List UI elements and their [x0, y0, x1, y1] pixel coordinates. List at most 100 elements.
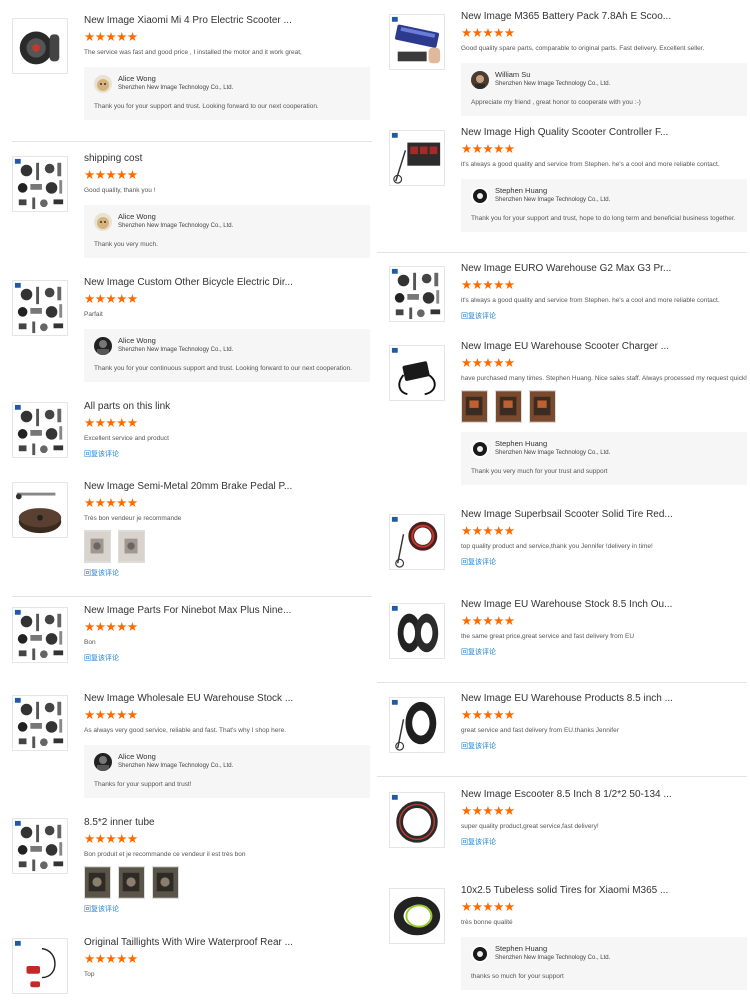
reply-to-review-link[interactable]: 回复该评论: [461, 838, 747, 848]
review-content: New Image Xiaomi Mi 4 Pro Electric Scoot…: [84, 14, 370, 120]
rating-stars: ★★★★★: [84, 496, 138, 510]
review-comment: it's always a good quality and service f…: [461, 297, 720, 304]
product-thumbnail[interactable]: [12, 18, 68, 74]
review-photo[interactable]: [118, 866, 145, 899]
product-title-link[interactable]: New Image EURO Warehouse G2 Max G3 Pr...: [461, 262, 747, 275]
product-title-link[interactable]: New Image Xiaomi Mi 4 Pro Electric Scoot…: [84, 14, 370, 27]
review-content: New Image EU Warehouse Stock 8.5 Inch Ou…: [461, 598, 747, 658]
reply-header: Stephen Huang Shenzhen New Image Technolo…: [471, 944, 739, 963]
reply-to-review-link[interactable]: 回复该评论: [461, 742, 747, 752]
reply-author-name: Alice Wong: [118, 336, 156, 345]
review-photo[interactable]: [529, 390, 556, 423]
reply-company: Shenzhen New Image Technology Co., Ltd.: [118, 223, 234, 229]
product-thumbnail[interactable]: [389, 514, 445, 570]
rating-stars: ★★★★★: [84, 168, 138, 182]
reply-author: William Su Shenzhen New Image Technology …: [495, 70, 610, 89]
avatar: [94, 337, 112, 355]
product-thumbnail[interactable]: [12, 695, 68, 751]
reply-header: Alice Wong Shenzhen New Image Technology …: [94, 752, 362, 771]
review-content: All parts on this link ★★★★★ Excellent ser…: [84, 400, 370, 460]
reply-author-name: Alice Wong: [118, 212, 156, 221]
reply-text: Thank you very much.: [94, 241, 158, 248]
reply-author-name: Alice Wong: [118, 74, 156, 83]
reply-to-review-link[interactable]: 回复该评论: [84, 905, 370, 915]
product-title-link[interactable]: New Image High Quality Scooter Controlle…: [461, 126, 747, 139]
rating-stars: ★★★★★: [461, 900, 515, 914]
product-thumbnail[interactable]: [389, 888, 445, 944]
product-thumbnail[interactable]: [389, 697, 445, 753]
review-content: New Image EU Warehouse Scooter Charger .…: [461, 340, 747, 485]
product-thumbnail[interactable]: [12, 280, 68, 336]
product-title-link[interactable]: Original Taillights With Wire Waterproof…: [84, 936, 370, 949]
product-title-link[interactable]: 10x2.5 Tubeless solid Tires for Xiaomi M…: [461, 884, 747, 897]
reply-to-review-link[interactable]: 回复该评论: [84, 450, 370, 460]
product-thumbnail[interactable]: [389, 603, 445, 659]
reply-company: Shenzhen New Image Technology Co., Ltd.: [118, 763, 234, 769]
reply-header: Stephen Huang Shenzhen New Image Technolo…: [471, 439, 739, 458]
review-comment: super quality product,great service,fast…: [461, 823, 599, 830]
product-title-link[interactable]: New Image Parts For Ninebot Max Plus Nin…: [84, 604, 370, 617]
product-title-link[interactable]: New Image Wholesale EU Warehouse Stock .…: [84, 692, 370, 705]
product-title-link[interactable]: New Image EU Warehouse Scooter Charger .…: [461, 340, 747, 353]
reply-to-review-link[interactable]: 回复该评论: [84, 654, 370, 664]
reply-to-review-link[interactable]: 回复该评论: [461, 558, 747, 568]
review-comment: Top: [84, 971, 95, 978]
rating-stars: ★★★★★: [461, 614, 515, 628]
reply-text: Appreciate my friend , great honor to co…: [471, 99, 641, 106]
seller-reply: Stephen Huang Shenzhen New Image Technolo…: [461, 432, 747, 485]
avatar: [94, 213, 112, 231]
reply-to-review-link[interactable]: 回复该评论: [461, 648, 747, 658]
product-title-link[interactable]: New Image Escooter 8.5 Inch 8 1/2*2 50-1…: [461, 788, 747, 801]
rating-stars: ★★★★★: [461, 278, 515, 292]
product-thumbnail[interactable]: [389, 345, 445, 401]
review-card: New Image EURO Warehouse G2 Max G3 Pr...…: [377, 262, 749, 322]
product-thumbnail[interactable]: [389, 14, 445, 70]
review-photo[interactable]: [84, 866, 111, 899]
reply-author: Stephen Huang Shenzhen New Image Technolo…: [495, 439, 610, 458]
review-photo[interactable]: [495, 390, 522, 423]
reply-header: William Su Shenzhen New Image Technology …: [471, 70, 739, 89]
product-title-link[interactable]: New Image EU Warehouse Products 8.5 inch…: [461, 692, 747, 705]
product-title-link[interactable]: All parts on this link: [84, 400, 370, 413]
reply-to-review-link[interactable]: 回复该评论: [461, 312, 747, 322]
review-photo[interactable]: [152, 866, 179, 899]
product-thumbnail[interactable]: [12, 607, 68, 663]
review-comment: Parfait: [84, 311, 103, 318]
product-thumbnail[interactable]: [12, 938, 68, 994]
product-title-link[interactable]: New Image Semi-Metal 20mm Brake Pedal P.…: [84, 480, 370, 493]
reply-author-name: Stephen Huang: [495, 186, 548, 195]
product-thumbnail[interactable]: [12, 402, 68, 458]
avatar: [471, 440, 489, 458]
product-title-link[interactable]: New Image Superbsail Scooter Solid Tire …: [461, 508, 747, 521]
review-card: New Image EU Warehouse Stock 8.5 Inch Ou…: [377, 598, 749, 659]
reply-author: Stephen Huang Shenzhen New Image Technolo…: [495, 186, 610, 205]
product-thumbnail[interactable]: [12, 482, 68, 538]
left-review-column: New Image Xiaomi Mi 4 Pro Electric Scoot…: [0, 0, 372, 1000]
review-card: New Image EU Warehouse Products 8.5 inch…: [377, 692, 749, 753]
product-thumbnail[interactable]: [12, 156, 68, 212]
review-photo[interactable]: [118, 530, 145, 563]
seller-reply: William Su Shenzhen New Image Technology …: [461, 63, 747, 116]
reply-author-name: William Su: [495, 70, 531, 79]
review-comment: As always very good service, reliable an…: [84, 727, 286, 734]
product-thumbnail[interactable]: [12, 818, 68, 874]
product-thumbnail[interactable]: [389, 266, 445, 322]
review-photo[interactable]: [461, 390, 488, 423]
product-title-link[interactable]: New Image Custom Other Bicycle Electric …: [84, 276, 370, 289]
product-thumbnail[interactable]: [389, 130, 445, 186]
review-content: New Image Semi-Metal 20mm Brake Pedal P.…: [84, 480, 370, 579]
review-photo[interactable]: [84, 530, 111, 563]
review-comment: Bon: [84, 639, 96, 646]
product-title-link[interactable]: 8.5*2 inner tube: [84, 816, 370, 829]
review-comment: The service was fast and good price , I …: [84, 49, 302, 56]
review-card: New Image M365 Battery Pack 7.8Ah E Scoo…: [377, 10, 749, 116]
product-title-link[interactable]: New Image EU Warehouse Stock 8.5 Inch Ou…: [461, 598, 747, 611]
product-thumbnail[interactable]: [389, 792, 445, 848]
seller-reply: Stephen Huang Shenzhen New Image Technolo…: [461, 179, 747, 232]
rating-stars: ★★★★★: [461, 26, 515, 40]
product-title-link[interactable]: New Image M365 Battery Pack 7.8Ah E Scoo…: [461, 10, 747, 23]
reply-to-review-link[interactable]: 回复该评论: [84, 569, 370, 579]
review-comment: the same great price,great service and f…: [461, 633, 635, 640]
review-content: 10x2.5 Tubeless solid Tires for Xiaomi M…: [461, 884, 747, 990]
product-title-link[interactable]: shipping cost: [84, 152, 370, 165]
